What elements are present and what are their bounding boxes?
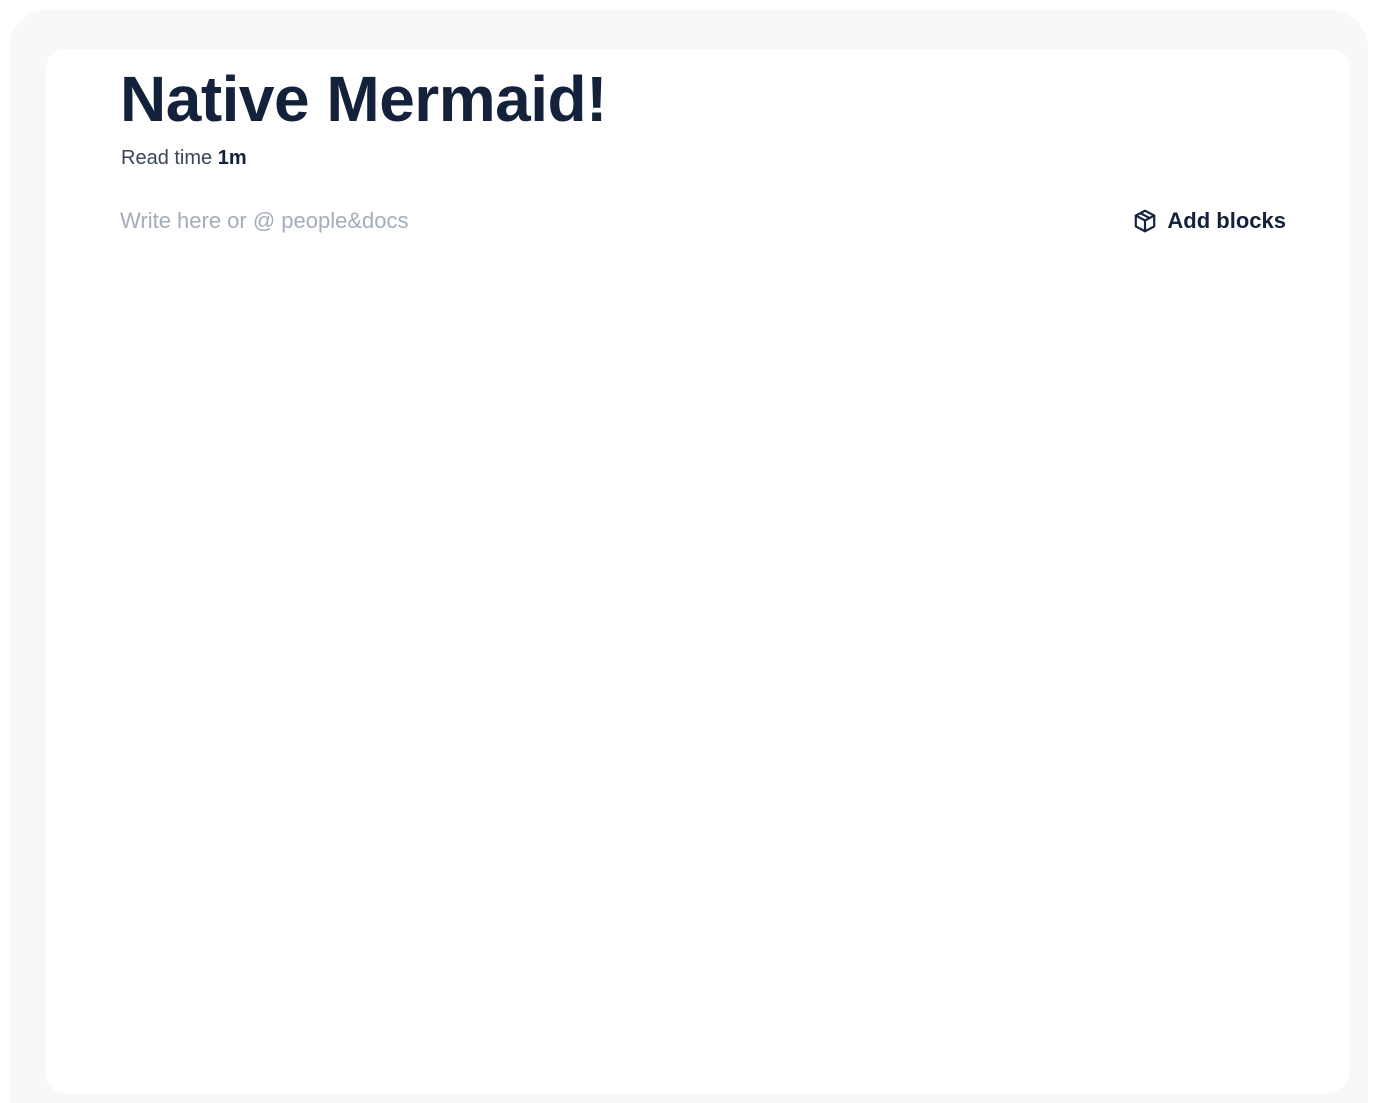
- read-time: Read time 1m: [121, 146, 247, 170]
- app-frame: Native Mermaid! Read time 1m Add blocks: [9, 10, 1368, 1103]
- read-time-value: 1m: [217, 147, 247, 169]
- page-title[interactable]: Native Mermaid!: [120, 63, 607, 135]
- add-blocks-label: Add blocks: [1167, 208, 1286, 233]
- editor-input[interactable]: [118, 203, 1022, 239]
- read-time-label: Read time: [121, 147, 213, 169]
- cube-icon: [1132, 208, 1158, 234]
- document-card: Native Mermaid! Read time 1m Add blocks: [46, 49, 1349, 1093]
- add-blocks-button[interactable]: Add blocks: [1132, 203, 1286, 239]
